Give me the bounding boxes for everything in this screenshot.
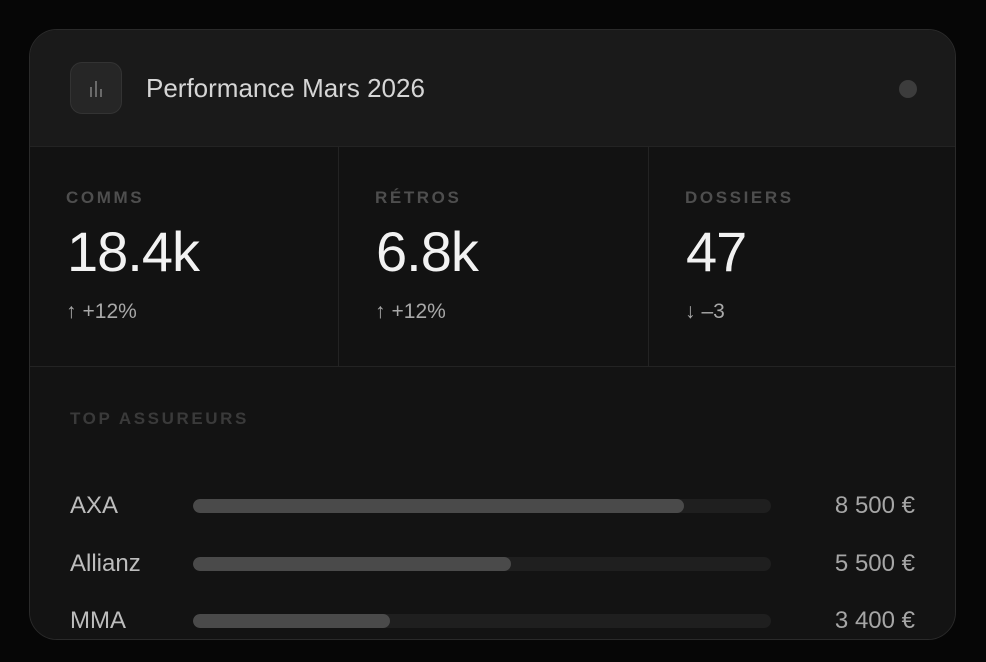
- status-dot: [899, 80, 917, 98]
- metric-value: 18.4k: [67, 220, 200, 283]
- insurer-bar-track: [193, 614, 771, 628]
- arrow-up-icon: ↑: [375, 300, 386, 323]
- metrics-row: COMMS 18.4k ↑ +12% RÉTROS 6.8k ↑ +12% DOSS…: [30, 147, 955, 367]
- insurer-amount: 8 500 €: [834, 492, 915, 519]
- metric-label: COMMS: [66, 188, 145, 207]
- metric-value: 47: [686, 220, 747, 283]
- insurer-amount: 3 400 €: [834, 607, 915, 634]
- insurer-row: MMA 3 400 €: [30, 602, 955, 639]
- metric-label: DOSSIERS: [685, 188, 794, 207]
- metric-dossiers: DOSSIERS 47 ↓ –3: [649, 147, 955, 366]
- top-insurers-section: TOP ASSUREURS AXA 8 500 € Allianz 5 500 …: [30, 367, 955, 639]
- insurer-bar-track: [193, 499, 771, 513]
- metric-delta-value: +12%: [391, 300, 446, 323]
- card-header: Performance Mars 2026: [30, 30, 955, 147]
- metric-retros: RÉTROS 6.8k ↑ +12%: [339, 147, 649, 366]
- metric-label: RÉTROS: [375, 188, 462, 207]
- insurer-row: Allianz 5 500 €: [30, 545, 955, 585]
- metric-delta: ↑ +12%: [375, 299, 446, 325]
- metric-delta: ↓ –3: [685, 299, 725, 325]
- section-label: TOP ASSUREURS: [70, 409, 249, 428]
- bar-chart-icon: [70, 62, 122, 114]
- insurer-name: Allianz: [70, 550, 141, 577]
- arrow-up-icon: ↑: [66, 300, 77, 323]
- insurer-bar-fill: [193, 499, 685, 513]
- card-title: Performance Mars 2026: [146, 73, 425, 103]
- insurer-bar-fill: [193, 614, 390, 628]
- insurer-name: AXA: [70, 492, 119, 519]
- insurer-bar-fill: [193, 557, 511, 571]
- insurer-row: AXA 8 500 €: [30, 487, 955, 527]
- insurer-bar-track: [193, 557, 771, 571]
- insurer-amount: 5 500 €: [834, 550, 915, 577]
- arrow-down-icon: ↓: [685, 300, 696, 323]
- insurer-name: MMA: [70, 607, 126, 634]
- metric-delta-value: –3: [701, 300, 725, 323]
- metric-delta: ↑ +12%: [66, 299, 137, 325]
- performance-card: Performance Mars 2026 COMMS 18.4k ↑ +12% …: [29, 29, 956, 640]
- metric-value: 6.8k: [376, 220, 479, 283]
- metric-comms: COMMS 18.4k ↑ +12%: [30, 147, 339, 366]
- metric-delta-value: +12%: [82, 300, 137, 323]
